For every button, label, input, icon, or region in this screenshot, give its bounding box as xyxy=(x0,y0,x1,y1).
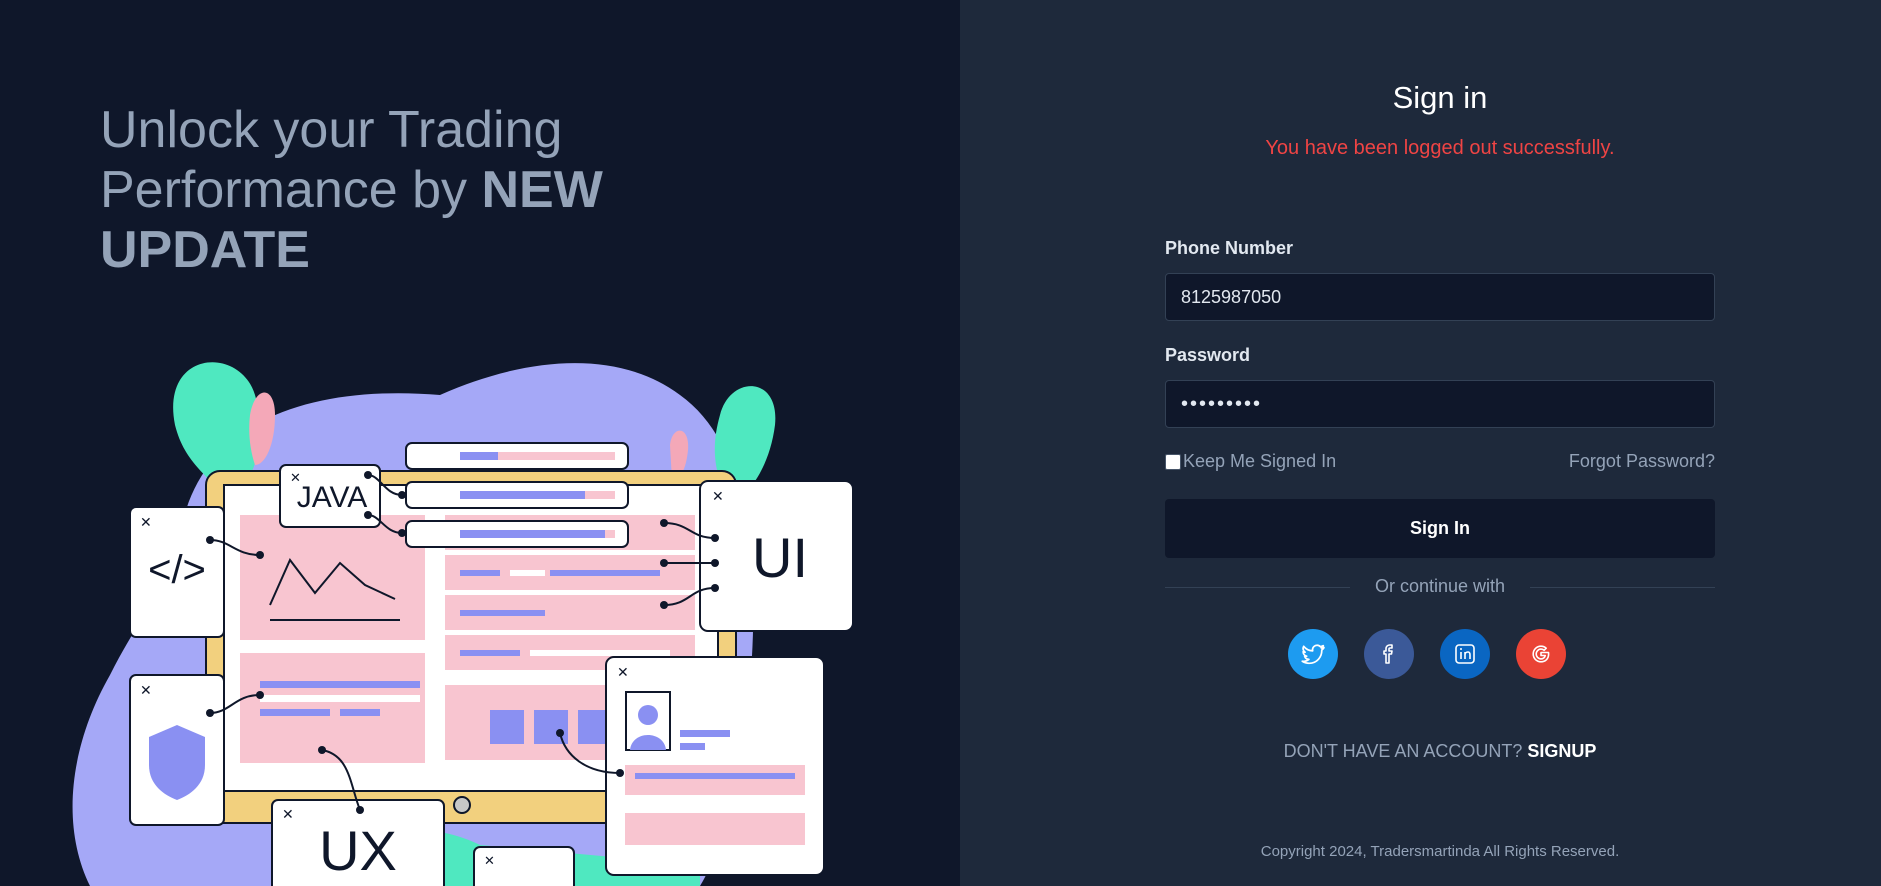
keep-signed-in[interactable]: Keep Me Signed In xyxy=(1165,451,1336,472)
hero-headline: Unlock your Trading Performance by NEW U… xyxy=(100,100,720,280)
divider-line-right xyxy=(1530,587,1715,588)
java-card-label: JAVA xyxy=(297,481,368,514)
svg-text:✕: ✕ xyxy=(282,807,294,823)
twitter-icon xyxy=(1301,644,1325,665)
svg-text:✕: ✕ xyxy=(484,854,495,869)
ui-card-label: UI xyxy=(752,526,808,589)
password-label: Password xyxy=(1165,345,1251,365)
facebook-icon xyxy=(1383,644,1393,664)
facebook-login-button[interactable] xyxy=(1364,629,1414,679)
social-divider: Or continue with xyxy=(1165,576,1715,596)
keep-signed-in-label: Keep Me Signed In xyxy=(1183,451,1337,471)
svg-text:✕: ✕ xyxy=(712,489,724,505)
google-icon xyxy=(1532,645,1550,663)
linkedin-icon xyxy=(1455,644,1475,664)
phone-input[interactable] xyxy=(1165,273,1715,321)
signin-title: Sign in xyxy=(1392,80,1488,115)
signin-panel: Sign in You have been logged out success… xyxy=(960,0,1881,886)
svg-text:✕: ✕ xyxy=(140,683,152,699)
keep-signed-in-checkbox[interactable] xyxy=(1165,453,1181,470)
hero-illustration: </> JAVA UI UX ✕ ✕ ✕ ✕ ✕ ✕ ✕ xyxy=(72,362,854,886)
twitter-login-button[interactable] xyxy=(1288,629,1338,679)
svg-text:✕: ✕ xyxy=(617,665,629,681)
svg-text:✕: ✕ xyxy=(290,471,301,486)
svg-text:✕: ✕ xyxy=(140,515,152,531)
copyright-text: Copyright 2024, Tradersmartinda All Righ… xyxy=(1260,843,1620,860)
phone-label: Phone Number xyxy=(1165,238,1294,258)
signup-prompt: DON'T HAVE AN ACCOUNT? SIGNUP xyxy=(1165,741,1715,762)
linkedin-login-button[interactable] xyxy=(1440,629,1490,679)
signin-button[interactable]: Sign In xyxy=(1165,499,1715,558)
hero-panel: Unlock your Trading Performance by NEW U… xyxy=(0,0,960,886)
forgot-password-link[interactable]: Forgot Password? xyxy=(1569,451,1715,472)
signin-form: Sign in You have been logged out success… xyxy=(1165,0,1715,886)
google-login-button[interactable] xyxy=(1516,629,1566,679)
social-login-buttons xyxy=(1288,629,1592,679)
code-card-label: </> xyxy=(148,548,206,592)
password-input[interactable] xyxy=(1165,380,1715,428)
ux-card-label: UX xyxy=(319,819,397,882)
signup-prompt-text: DON'T HAVE AN ACCOUNT? xyxy=(1283,741,1528,761)
logout-message: You have been logged out successfully. xyxy=(1265,137,1615,159)
signup-link[interactable]: SIGNUP xyxy=(1527,741,1596,761)
remember-row: Keep Me Signed In Forgot Password? xyxy=(1165,451,1715,475)
